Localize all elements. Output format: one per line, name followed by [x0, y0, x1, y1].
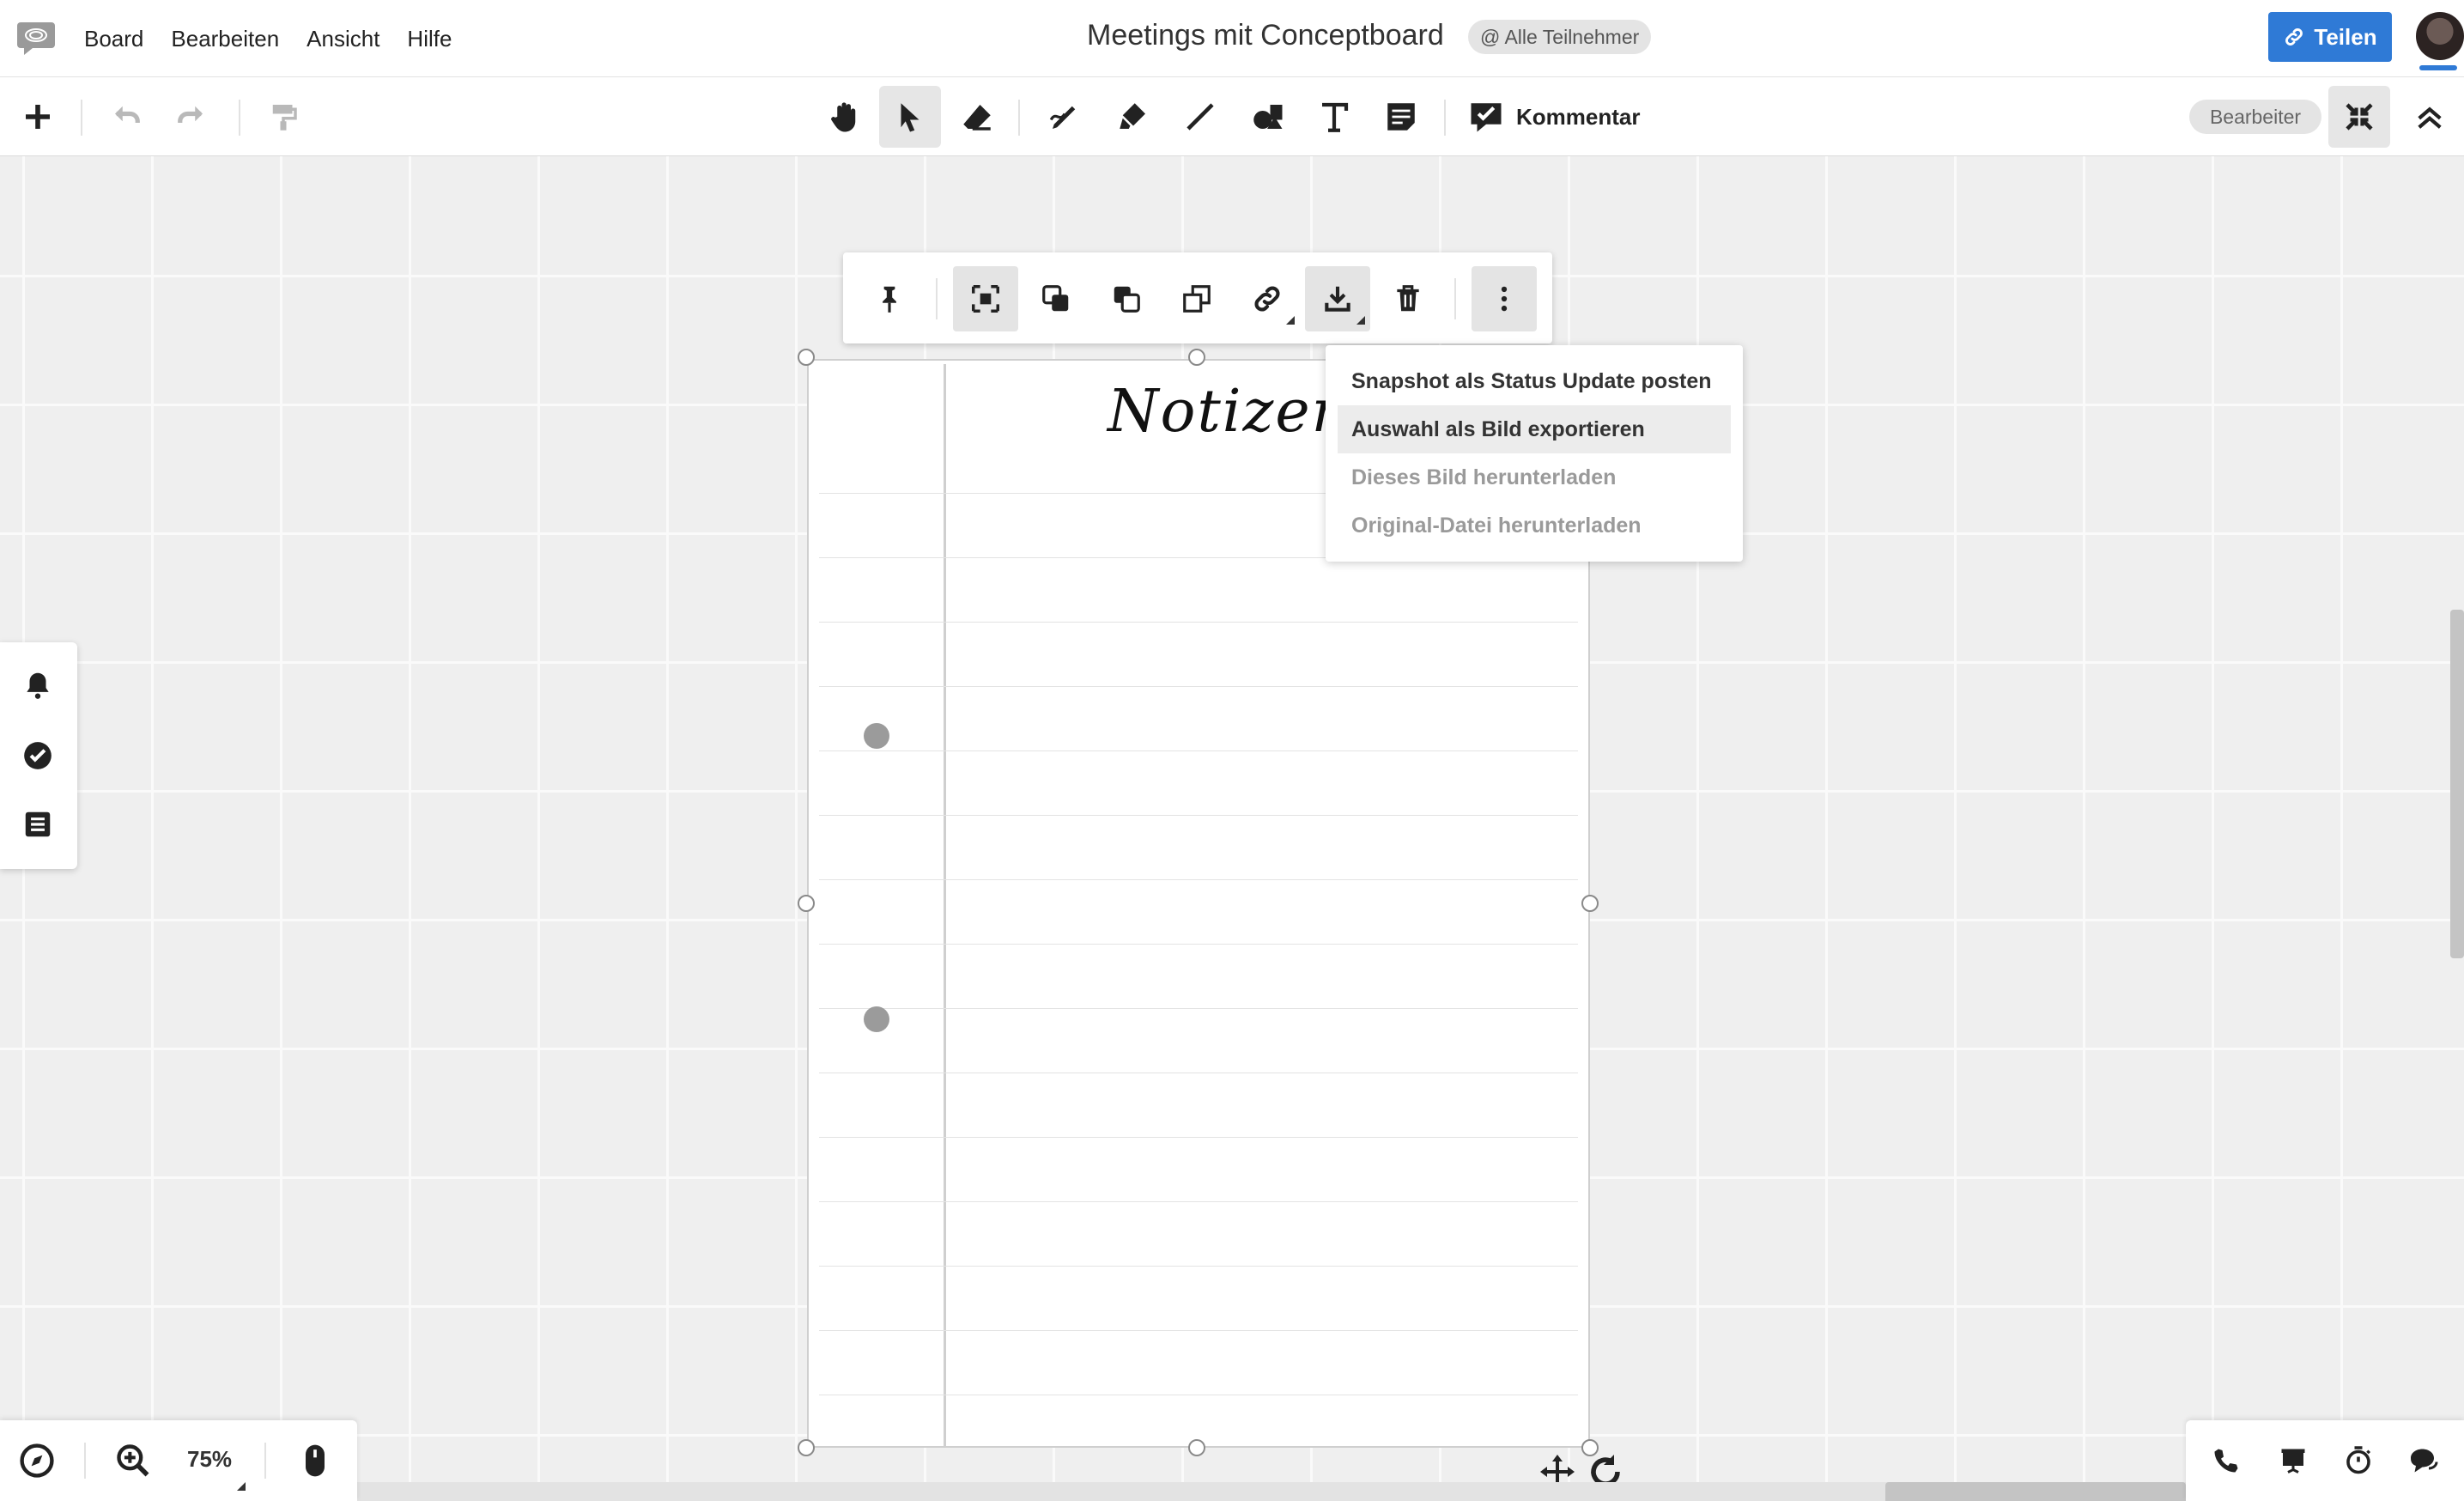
phone-icon[interactable] — [2206, 1441, 2246, 1480]
share-label: Teilen — [2314, 23, 2377, 50]
collapse-toolbar-icon[interactable] — [2399, 86, 2461, 148]
zoom-dropdown-caret-icon — [237, 1482, 246, 1491]
download-menu: Snapshot als Status Update posten Auswah… — [1326, 345, 1743, 562]
more-icon[interactable] — [1472, 266, 1537, 331]
select-icon[interactable] — [879, 86, 941, 148]
zoom-level[interactable]: 75% — [187, 1446, 232, 1473]
sticky-note-icon[interactable] — [1370, 86, 1432, 148]
mouse-icon[interactable] — [292, 1437, 338, 1484]
toolbar-divider — [936, 278, 938, 319]
bring-forward-icon[interactable] — [1023, 266, 1089, 331]
object-context-toolbar — [843, 252, 1552, 343]
pan-icon[interactable] — [814, 86, 876, 148]
text-icon[interactable] — [1303, 86, 1365, 148]
menu-item-export-selection-image[interactable]: Auswahl als Bild exportieren — [1338, 405, 1731, 453]
paper-rule — [819, 815, 1578, 816]
main-toolbar: Kommentar Bearbeiter — [0, 77, 2464, 156]
paper-rule — [819, 1330, 1578, 1331]
link-icon[interactable] — [1235, 266, 1300, 331]
menu-item-download-image[interactable]: Dieses Bild herunterladen — [1338, 453, 1731, 501]
toolbar-divider — [1018, 100, 1020, 136]
comment-icon — [1471, 103, 1502, 132]
paper-title: Notizen — [1108, 378, 1351, 446]
chat-icon[interactable] — [2404, 1441, 2443, 1480]
board-title[interactable]: Meetings mit Conceptboard — [1087, 19, 1444, 52]
paper-rule — [819, 879, 1578, 880]
board-canvas[interactable]: Notizen Snapshot als Status Update poste… — [0, 156, 2464, 1501]
resize-handle-bottom[interactable] — [1188, 1439, 1205, 1456]
paper-rule — [819, 1008, 1578, 1009]
pin-icon[interactable] — [857, 266, 922, 331]
dropdown-caret-icon — [1286, 316, 1295, 325]
resize-handle-right[interactable] — [1581, 895, 1599, 912]
add-icon[interactable] — [7, 86, 69, 148]
presentation-icon[interactable] — [2273, 1441, 2313, 1480]
toolbar-divider — [264, 1443, 266, 1479]
toolbar-divider — [84, 1443, 86, 1479]
paper-punch-hole — [864, 1006, 889, 1032]
timer-icon[interactable] — [2339, 1441, 2378, 1480]
link-icon — [2285, 28, 2303, 46]
resize-handle-top-left[interactable] — [798, 349, 815, 366]
menu-ansicht[interactable]: Ansicht — [306, 26, 379, 52]
pen-icon[interactable] — [1034, 86, 1095, 148]
paper-margin-line — [944, 364, 946, 1446]
resize-handle-left[interactable] — [798, 895, 815, 912]
bell-icon[interactable] — [17, 665, 58, 706]
check-circle-icon[interactable] — [17, 735, 58, 776]
dropdown-caret-icon — [1356, 316, 1365, 325]
toolbar-divider — [81, 100, 82, 136]
paper-rule — [819, 1266, 1578, 1267]
duplicate-icon[interactable] — [1164, 266, 1229, 331]
collaboration-bar — [2186, 1420, 2464, 1501]
toolbar-divider — [1444, 100, 1446, 136]
paper-rule — [819, 1137, 1578, 1138]
paper-punch-hole — [864, 723, 889, 749]
toolbar-divider — [239, 100, 240, 136]
compass-icon[interactable] — [14, 1437, 60, 1484]
zoom-in-icon[interactable] — [110, 1437, 156, 1484]
role-badge: Bearbeiter — [2189, 100, 2321, 134]
mention-all-participants[interactable]: @ Alle Teilnehmer — [1468, 20, 1652, 54]
menu-hilfe[interactable]: Hilfe — [407, 26, 452, 52]
list-icon[interactable] — [17, 804, 58, 845]
paper-rule — [819, 622, 1578, 623]
redo-icon[interactable] — [160, 86, 222, 148]
eraser-icon[interactable] — [946, 86, 1008, 148]
resize-handle-top[interactable] — [1188, 349, 1205, 366]
navigation-bar: 75% — [0, 1420, 357, 1501]
fullscreen-icon[interactable] — [2328, 86, 2390, 148]
line-icon[interactable] — [1169, 86, 1231, 148]
menu-board[interactable]: Board — [84, 26, 143, 52]
menu-bearbeiten[interactable]: Bearbeiten — [171, 26, 279, 52]
left-side-panel — [0, 642, 77, 869]
user-avatar[interactable] — [2416, 12, 2464, 60]
share-button[interactable]: Teilen — [2268, 12, 2392, 62]
avatar-active-indicator — [2419, 65, 2457, 70]
download-icon[interactable] — [1305, 266, 1370, 331]
vertical-scrollbar[interactable] — [2450, 610, 2464, 958]
menu-item-download-original-file[interactable]: Original-Datei herunterladen — [1338, 501, 1731, 550]
paper-rule — [819, 750, 1578, 751]
menu-bar: Board Bearbeiten Ansicht Hilfe Meetings … — [0, 0, 2464, 77]
horizontal-scrollbar[interactable] — [1885, 1482, 2186, 1501]
format-painter-icon[interactable] — [252, 86, 314, 148]
send-backward-icon[interactable] — [1094, 266, 1159, 331]
paper-rule — [819, 686, 1578, 687]
paper-rule — [819, 944, 1578, 945]
crop-icon[interactable] — [953, 266, 1018, 331]
shapes-icon[interactable] — [1236, 86, 1298, 148]
comment-label: Kommentar — [1516, 103, 1641, 130]
toolbar-divider — [1454, 278, 1456, 319]
main-menu: Board Bearbeiten Ansicht Hilfe — [84, 0, 452, 77]
menu-item-snapshot-status-update[interactable]: Snapshot als Status Update posten — [1338, 357, 1731, 405]
undo-icon[interactable] — [96, 86, 158, 148]
highlighter-icon[interactable] — [1102, 86, 1164, 148]
paper-rule — [819, 1201, 1578, 1202]
conceptboard-logo-icon[interactable] — [15, 21, 57, 55]
resize-handle-bottom-left[interactable] — [798, 1439, 815, 1456]
trash-icon[interactable] — [1375, 266, 1441, 331]
comment-button[interactable]: Kommentar — [1468, 86, 1640, 148]
